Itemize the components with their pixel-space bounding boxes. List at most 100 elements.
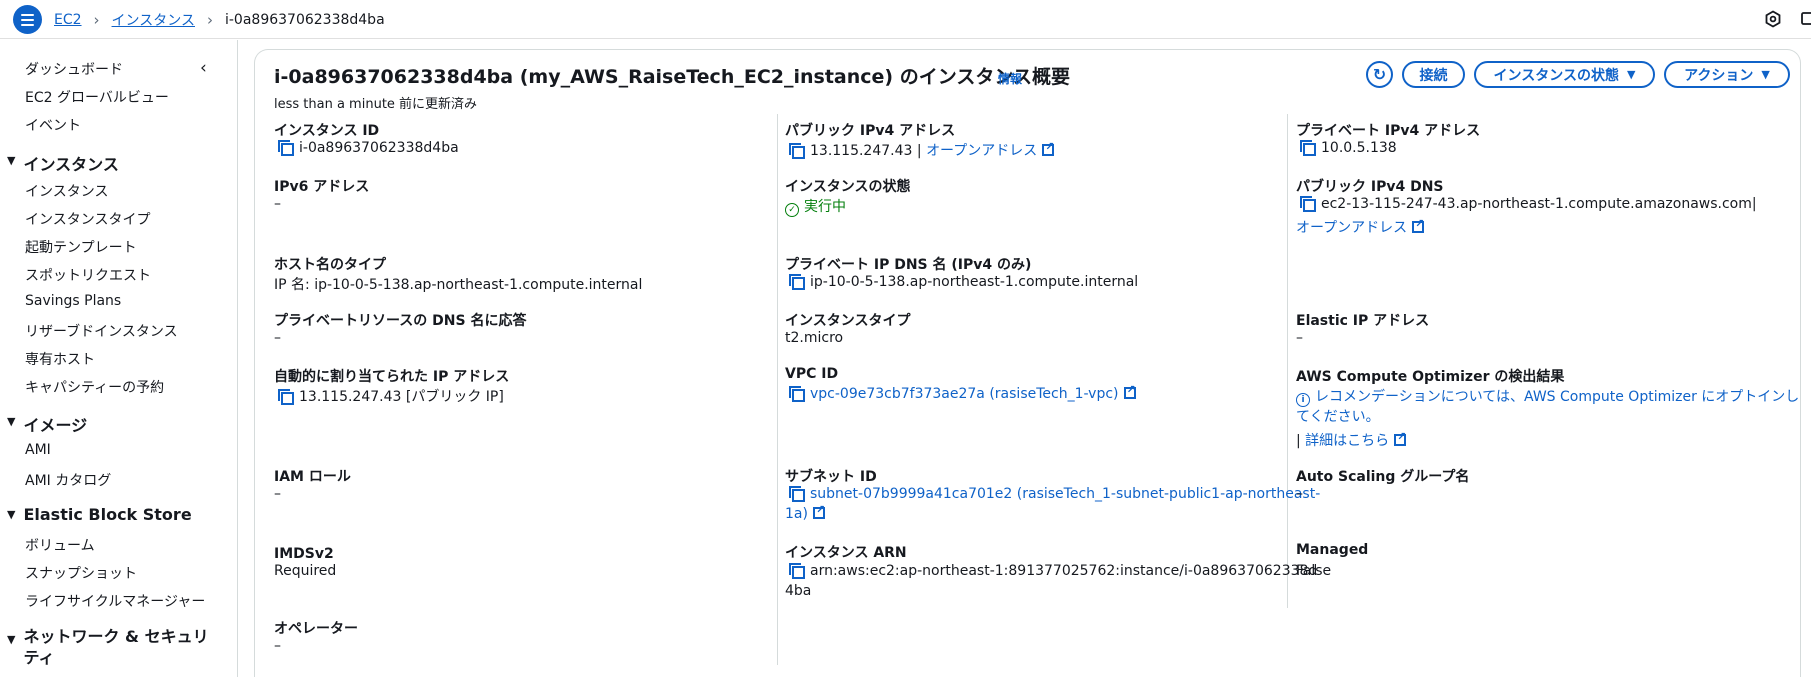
subnet-id-link-cont[interactable]: 1a) (785, 503, 825, 522)
private-ipv4-text: 10.0.5.138 (1321, 140, 1397, 156)
public-dns-value: ec2-13-115-247-43.ap-northeast-1.compute… (1300, 196, 1757, 212)
copy-icon[interactable] (789, 143, 805, 159)
learn-more-link[interactable]: 詳細はこちら (1305, 430, 1406, 449)
private-ip-dns-value: ip-10-0-5-138.ap-northeast-1.compute.int… (789, 274, 1138, 290)
private-ipv4-label: プライベート IPv4 アドレス (1296, 123, 1481, 139)
check-circle-icon: ✓ (785, 203, 799, 217)
public-ipv4-text: 13.115.247.43 (810, 143, 913, 159)
instance-id-text: i-0a89637062338d4ba (299, 140, 459, 156)
copy-icon[interactable] (1300, 140, 1316, 156)
breadcrumb-ec2-link[interactable]: EC2 (54, 12, 82, 28)
auto-scaling-group-label: Auto Scaling グループ名 (1296, 469, 1470, 485)
auto-assigned-ip-label: 自動的に割り当てられた IP アドレス (274, 369, 510, 385)
private-dns-response-value: – (274, 330, 281, 346)
sidebar-item-capacity-reservations[interactable]: キャパシティーの予約 (25, 377, 164, 397)
hostname-type-label: ホスト名のタイプ (274, 257, 386, 273)
sidebar-item-savings-plans[interactable]: Savings Plans (25, 293, 121, 309)
chevron-left-icon[interactable]: ‹ (200, 58, 207, 78)
public-dns-text: ec2-13-115-247-43.ap-northeast-1.compute… (1321, 196, 1752, 212)
caret-down-icon: ▼ (1761, 68, 1770, 81)
open-address-link[interactable]: オープンアドレス (926, 140, 1054, 159)
compute-optimizer-line1: レコメンデーションについては、AWS Compute Optimizer にオプ… (1315, 389, 1800, 405)
sidebar-section-label: Elastic Block Store (23, 505, 192, 524)
sidebar-item-volumes[interactable]: ボリューム (25, 535, 95, 555)
compute-optimizer-label: AWS Compute Optimizer の検出結果 (1296, 369, 1565, 385)
chevron-right-icon: › (206, 11, 213, 29)
copy-icon[interactable] (278, 389, 294, 405)
iam-role-label: IAM ロール (274, 469, 351, 485)
instance-state-dropdown[interactable]: インスタンスの状態 ▼ (1474, 61, 1655, 88)
copy-icon[interactable] (278, 140, 294, 156)
elastic-ip-value: – (1296, 330, 1303, 346)
sidebar-item-snapshots[interactable]: スナップショット (25, 563, 137, 583)
vpc-id-link[interactable]: vpc-09e73cb7f373ae27a (rasiseTech_1-vpc) (810, 383, 1136, 402)
elastic-ip-label: Elastic IP アドレス (1296, 313, 1430, 329)
external-link-icon (1412, 217, 1424, 233)
refresh-icon[interactable]: ↻ (1366, 61, 1393, 88)
sidebar-item-instance-types[interactable]: インスタンスタイプ (25, 209, 150, 229)
sidebar-item-spot-requests[interactable]: スポットリクエスト (25, 265, 151, 285)
hexagon-settings-icon[interactable] (1764, 10, 1782, 28)
copy-icon[interactable] (789, 486, 805, 502)
subnet-id-link[interactable]: subnet-07b9999a41ca701e2 (rasiseTech_1-s… (810, 486, 1320, 502)
instance-id-value: i-0a89637062338d4ba (278, 140, 459, 156)
sidebar-item-instances[interactable]: インスタンス (25, 181, 108, 201)
copy-icon[interactable] (1300, 196, 1316, 212)
hamburger-menu-icon[interactable] (13, 5, 42, 34)
info-link[interactable]: 情報 (998, 70, 1022, 87)
instance-state-dropdown-label: インスタンスの状態 (1493, 67, 1619, 84)
sidebar-item-launch-templates[interactable]: 起動テンプレート (25, 237, 137, 257)
sidebar-item-ami[interactable]: AMI (25, 442, 51, 458)
public-ipv4-value: 13.115.247.43 | オープンアドレス (789, 140, 1054, 160)
auto-scaling-group-value: – (1296, 486, 1303, 502)
breadcrumb-instances-link[interactable]: インスタンス (112, 10, 195, 30)
caret-down-icon: ▼ (7, 154, 16, 167)
hostname-type-value: IP 名: ip-10-0-5-138.ap-northeast-1.compu… (274, 277, 643, 293)
connect-button[interactable]: 接続 (1402, 61, 1465, 88)
public-dns-open-address: オープンアドレス (1296, 217, 1424, 237)
external-link-icon (1394, 430, 1406, 446)
actions-dropdown[interactable]: アクション ▼ (1664, 61, 1790, 88)
sidebar-section-images[interactable]: ▼ イメージ (7, 412, 87, 436)
sidebar-section-ebs[interactable]: ▼ Elastic Block Store (7, 505, 192, 524)
ipv6-label: IPv6 アドレス (274, 179, 370, 195)
instance-arn-value-cont: 4ba (785, 583, 812, 599)
sidebar-item-global-view[interactable]: EC2 グローバルビュー (25, 87, 169, 107)
vpc-id-link-label: vpc-09e73cb7f373ae27a (rasiseTech_1-vpc) (810, 386, 1119, 402)
compute-optimizer-message[interactable]: i レコメンデーションについては、AWS Compute Optimizer にオ… (1296, 386, 1799, 407)
compute-optimizer-more: | 詳細はこちら (1296, 430, 1406, 450)
chevron-right-icon: › (93, 11, 100, 29)
sidebar-item-lifecycle-manager[interactable]: ライフサイクルマネージャー (25, 591, 205, 611)
sidebar-item-ami-catalog[interactable]: AMI カタログ (25, 470, 111, 490)
actions-dropdown-label: アクション (1684, 67, 1754, 84)
sidebar-section-label: インスタンス (23, 155, 119, 174)
sidebar-section-network[interactable]: ▼ ネットワーク & セキュリ ティ (7, 626, 209, 668)
sidebar-item-dedicated-hosts[interactable]: 専有ホスト (25, 349, 95, 369)
sidebar-item-reserved-instances[interactable]: リザーブドインスタンス (25, 321, 178, 341)
breadcrumb: EC2 › インスタンス › i-0a89637062338d4ba (54, 10, 385, 30)
external-link-icon (1123, 383, 1136, 399)
operator-value: – (274, 638, 281, 654)
notification-icon[interactable] (1800, 10, 1811, 28)
public-dns-open-address-link[interactable]: オープンアドレス (1296, 217, 1424, 236)
instance-state-value: ✓ 実行中 (785, 196, 846, 217)
copy-icon[interactable] (789, 563, 805, 579)
auto-assigned-ip-text: 13.115.247.43 [パブリック IP] (299, 389, 504, 405)
column-divider (777, 114, 778, 665)
external-link-icon (812, 503, 825, 519)
instance-state-text: 実行中 (804, 199, 846, 215)
sidebar-item-dashboard[interactable]: ダッシュボード (25, 59, 123, 79)
copy-icon[interactable] (789, 386, 805, 402)
compute-optimizer-message-cont[interactable]: てください。 (1296, 406, 1380, 426)
imdsv2-value: Required (274, 563, 337, 579)
sidebar-section-label: イメージ (23, 416, 88, 435)
private-ipv4-value: 10.0.5.138 (1300, 140, 1397, 156)
copy-icon[interactable] (789, 274, 805, 290)
sidebar-item-events[interactable]: イベント (25, 115, 81, 135)
sidebar-section-label-line1: ネットワーク & セキュリ (23, 627, 209, 646)
instance-state-label: インスタンスの状態 (785, 179, 911, 195)
sidebar-section-instances[interactable]: ▼ インスタンス (7, 151, 119, 175)
private-dns-response-label: プライベートリソースの DNS 名に応答 (274, 313, 527, 329)
operator-label: オペレーター (274, 621, 358, 637)
public-dns-separator: | (1751, 196, 1757, 212)
